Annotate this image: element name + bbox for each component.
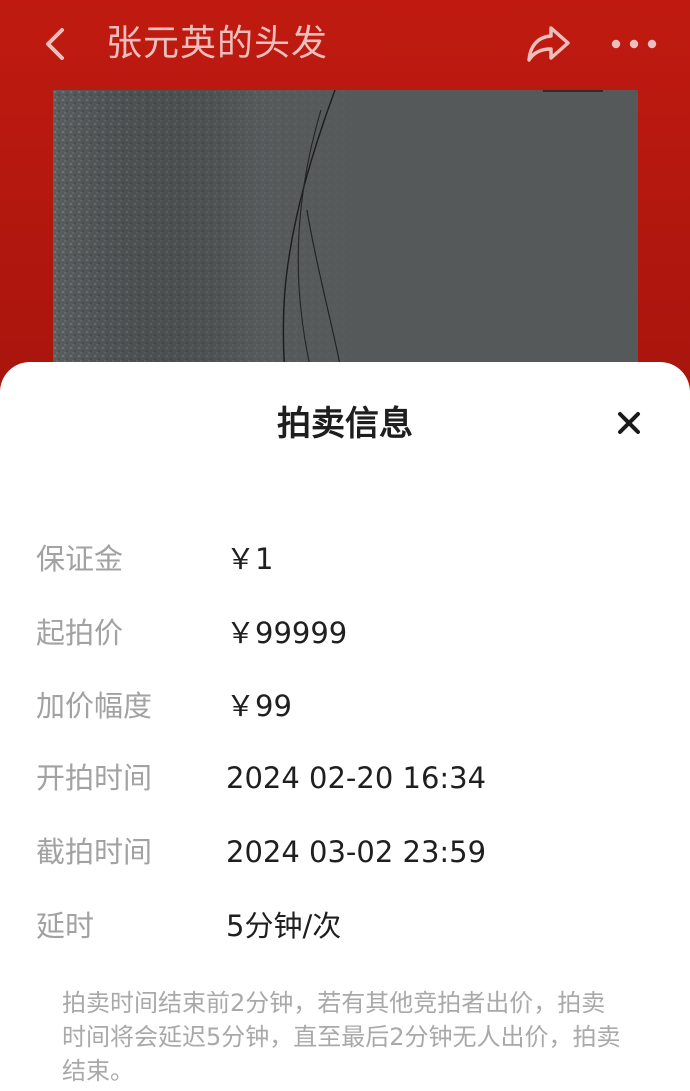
info-row-deposit: 保证金 ￥1 (0, 534, 690, 584)
info-row-end-time: 截拍时间 2024 03-02 23:59 (0, 827, 690, 877)
end-time-label: 截拍时间 (36, 835, 153, 869)
increment-label: 加价幅度 (36, 689, 153, 723)
share-icon[interactable] (524, 22, 572, 66)
info-row-starting-price: 起拍价 ￥99999 (0, 608, 690, 658)
header-area: 张元英的头发 (0, 0, 690, 420)
extension-label: 延时 (36, 909, 95, 943)
close-icon[interactable] (612, 406, 646, 440)
auction-info-sheet: 拍卖信息 保证金 ￥1 起拍价 ￥99999 加价幅度 ￥99 开拍时间 202… (0, 362, 690, 1091)
header-bar: 张元英的头发 (0, 0, 690, 90)
starting-price-value: ￥99999 (226, 616, 348, 650)
info-row-start-time: 开拍时间 2024 02-20 16:34 (0, 753, 690, 803)
chevron-left-icon[interactable] (36, 24, 76, 64)
more-horizontal-icon[interactable] (610, 34, 658, 54)
starting-price-label: 起拍价 (36, 616, 124, 650)
page-title: 张元英的头发 (106, 23, 329, 64)
extension-value: 5分钟/次 (226, 909, 342, 943)
info-row-extension: 延时 5分钟/次 (0, 901, 690, 951)
deposit-label: 保证金 (36, 542, 124, 576)
info-row-increment: 加价幅度 ￥99 (0, 681, 690, 731)
start-time-value: 2024 02-20 16:34 (226, 761, 487, 795)
deposit-value: ￥1 (226, 542, 274, 576)
sheet-title: 拍卖信息 (277, 404, 413, 444)
start-time-label: 开拍时间 (36, 761, 153, 795)
end-time-value: 2024 03-02 23:59 (226, 835, 487, 869)
auction-rule-note: 拍卖时间结束前2分钟，若有其他竞拍者出价，拍卖时间将会延迟5分钟，直至最后2分钟… (62, 989, 621, 1085)
increment-value: ￥99 (226, 689, 292, 723)
